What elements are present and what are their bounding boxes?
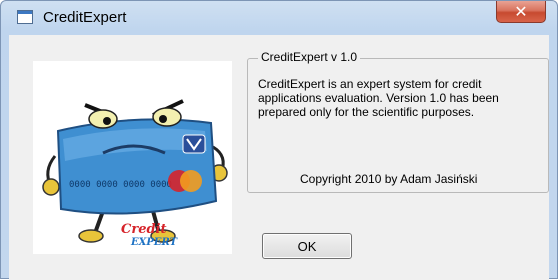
group-title: CreditExpert v 1.0 (258, 50, 361, 64)
close-icon: ✕ (514, 2, 528, 21)
about-dialog: CreditExpert ✕ 0000 0000 0000 0000 Credi… (0, 0, 558, 280)
title-bar[interactable]: CreditExpert ✕ (1, 1, 557, 35)
logo-brand-bottom: EXPERT (130, 237, 179, 248)
ok-button[interactable]: OK (262, 233, 352, 259)
credit-expert-logo: 0000 0000 0000 0000 Credit EXPERT (33, 61, 232, 254)
copyright-text: Copyright 2010 by Adam Jasiński (300, 172, 478, 186)
ok-button-label: OK (297, 239, 317, 254)
dialog-content: 0000 0000 0000 0000 Credit EXPERT Credit… (9, 35, 549, 280)
about-groupbox: CreditExpert v 1.0 CreditExpert is an ex… (247, 50, 549, 193)
app-window-icon (17, 10, 33, 24)
card-number: 0000 0000 0000 0000 (69, 180, 172, 190)
description-text: CreditExpert is an expert system for cre… (258, 77, 499, 119)
window-title: CreditExpert (43, 9, 127, 26)
logo-brand-top: Credit (121, 222, 167, 237)
close-button[interactable]: ✕ (496, 1, 546, 23)
